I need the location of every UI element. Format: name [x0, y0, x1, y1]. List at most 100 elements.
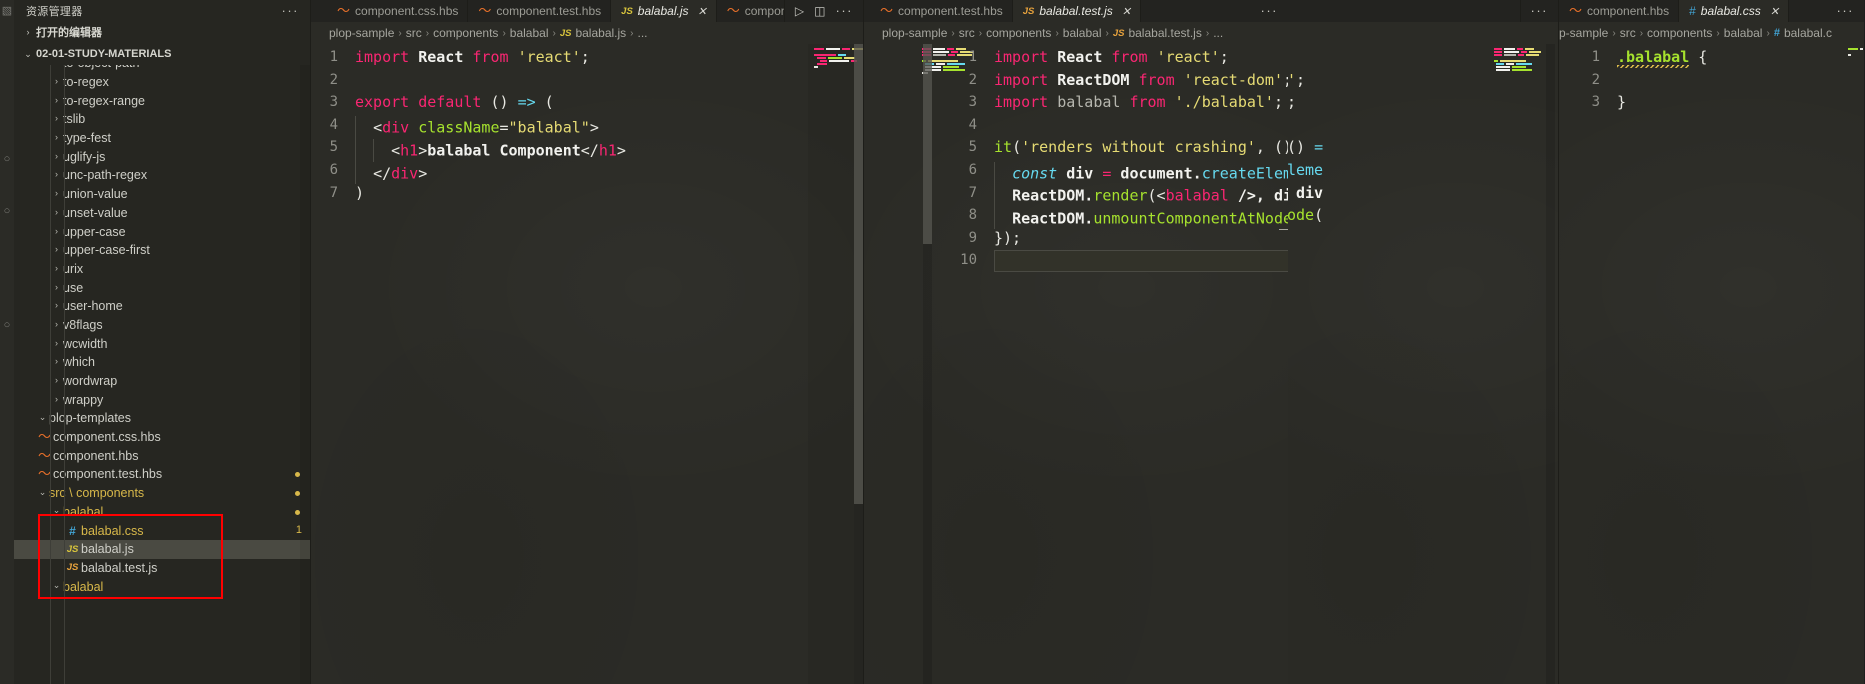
tree-folder-row[interactable]: › tslib [14, 110, 310, 129]
breadcrumb-segment[interactable]: components [1647, 26, 1712, 40]
editor-vscroll-thumb-1[interactable] [854, 44, 863, 504]
editor-content-1[interactable]: 1 import React from 'react'; 2 3 export defa… [311, 44, 863, 684]
fold-indicator-icon[interactable]: — [1279, 222, 1288, 235]
tree-folder-row[interactable]: › union-value [14, 185, 310, 204]
explorer-icon[interactable]: ▧ [1, 4, 13, 18]
code-line[interactable]: 9}); [936, 227, 1288, 250]
breadcrumb-segment[interactable]: src [959, 26, 975, 40]
tree-folder-row[interactable]: › wordwrap [14, 372, 310, 391]
tree-file-row[interactable]: JS balabal.js [14, 539, 310, 559]
code-line[interactable]: 2 import ReactDOM from 'react-dom'; [936, 69, 1288, 92]
close-icon[interactable]: ✕ [1770, 5, 1779, 18]
breadcrumb-segment[interactable]: p-sample [1559, 26, 1608, 40]
code-line[interactable]: 6 </div> [311, 159, 626, 185]
breadcrumb-segment[interactable]: components [433, 26, 498, 40]
code-line[interactable]: 1 .balabal { [1573, 46, 1707, 69]
tab-component-test-hbs-2[interactable]: 〜 component.test.hbs [864, 0, 1013, 22]
breadcrumb-segment[interactable]: plop-sample [882, 26, 947, 40]
code-line[interactable]: 2 [311, 69, 626, 92]
breadcrumb-segment[interactable]: balabal [1063, 26, 1102, 40]
run-icon[interactable]: ▷ [795, 5, 804, 17]
tree-folder-row[interactable]: ⌄ src \ components [14, 484, 310, 503]
breadcrumb-segment[interactable]: src [406, 26, 422, 40]
tree-folder-row[interactable]: ›to-object-path [14, 65, 310, 73]
search-icon[interactable]: ○ [1, 152, 13, 166]
breadcrumb-2[interactable]: plop-sample › src › components › balabal › JS bal… [864, 22, 1288, 44]
tab-balabal-js[interactable]: JS balabal.js ✕ [611, 0, 717, 22]
minimap-2[interactable] [864, 44, 974, 684]
breadcrumb-segment[interactable]: ... [1213, 26, 1223, 40]
editor-vscrollbar-3[interactable] [1546, 44, 1555, 684]
more-actions-icon[interactable]: ··· [1261, 4, 1279, 17]
tree-folder-row[interactable]: › unc-path-regex [14, 166, 310, 185]
tab-component-test-hbs[interactable]: 〜 component.test.hbs [468, 0, 612, 22]
tree-folder-row[interactable]: › urix [14, 260, 310, 279]
code-line[interactable]: 1 import React from 'react'; [936, 46, 1288, 69]
split-editor-icon[interactable]: ◫ [814, 5, 825, 17]
explorer-more-actions-icon[interactable]: ··· [279, 4, 303, 17]
minimap-4[interactable] [1824, 44, 1864, 684]
editor-content-2[interactable]: 1 import React from 'react'; 2 import React… [864, 44, 1288, 684]
tree-file-row[interactable]: 〜 component.css.hbs [14, 428, 310, 447]
tree-folder-row[interactable]: ⌄ balabal [14, 577, 310, 596]
editor-content-4[interactable]: 1 .balabal {2 3} [1559, 44, 1864, 684]
tree-folder-row[interactable]: › uglify-js [14, 147, 310, 166]
breadcrumb-segment[interactable]: ... [638, 26, 648, 40]
minimap-1[interactable] [808, 44, 863, 684]
more-actions-icon[interactable]: ··· [1837, 4, 1855, 17]
breadcrumb-segment[interactable]: plop-sample [329, 26, 394, 40]
tree-folder-row[interactable]: › use [14, 278, 310, 297]
breadcrumb-segment[interactable]: balabal [510, 26, 549, 40]
code-line[interactable]: 3 import balabal from './balabal'; [936, 91, 1288, 114]
more-actions-icon[interactable]: ··· [1531, 4, 1549, 17]
close-icon[interactable]: ✕ [697, 5, 706, 18]
code-line[interactable]: 7) [311, 182, 626, 205]
tree-folder-row[interactable]: › v8flags [14, 316, 310, 335]
editor-content-3[interactable]: 1import React from 'react';2import React… [1288, 44, 1558, 684]
code-line[interactable]: 1 import React from 'react'; [311, 46, 626, 69]
breadcrumb-segment[interactable]: balabal.c [1784, 26, 1832, 40]
minimap-3[interactable] [1490, 44, 1541, 684]
tab-component-css-hbs[interactable]: 〜 component.css.hbs [311, 0, 469, 22]
tree-folder-row[interactable]: › to-regex-range [14, 91, 310, 110]
tree-folder-row[interactable]: › user-home [14, 297, 310, 316]
tree-file-row[interactable]: 〜 component.hbs [14, 446, 310, 465]
tab-balabal-css[interactable]: # balabal.css ✕ [1679, 0, 1790, 22]
code-line[interactable]: 8 ReactDOM.unmountComponentAtNode( [936, 204, 1288, 230]
tree-file-row[interactable]: # balabal.css 1 [14, 521, 310, 540]
more-actions-icon[interactable]: ··· [836, 4, 854, 17]
breadcrumb-segment[interactable]: balabal.js [575, 26, 626, 40]
editor-vscroll-thumb-2[interactable] [923, 44, 932, 244]
tree-folder-row[interactable]: › type-fest [14, 129, 310, 148]
debug-icon[interactable]: ○ [1, 318, 13, 332]
breadcrumb-segment[interactable]: components [986, 26, 1051, 40]
tab-component-hbs[interactable]: 〜 component.hbs [1559, 0, 1680, 22]
breadcrumb-1[interactable]: plop-sample › src › components › balabal › JS bal… [311, 22, 863, 44]
tree-folder-row[interactable]: › upper-case-first [14, 241, 310, 260]
scm-icon[interactable]: ○ [1, 204, 13, 218]
section-open-editors[interactable]: › 打开的编辑器 [14, 21, 310, 43]
code-line[interactable]: 4 [936, 114, 1288, 137]
breadcrumb-segment[interactable]: balabal.test.js [1128, 26, 1201, 40]
tree-folder-row[interactable]: › which [14, 353, 310, 372]
tree-folder-row[interactable]: › wrappy [14, 390, 310, 409]
code-line[interactable]: 2 [1573, 69, 1707, 92]
code-line[interactable]: 3} [1573, 91, 1707, 114]
section-workspace-folder[interactable]: ⌄ 02-01-STUDY-MATERIALS [14, 43, 310, 65]
tree-folder-row[interactable]: › wcwidth [14, 334, 310, 353]
sidebar-scrollbar[interactable] [300, 65, 310, 684]
tree-folder-row[interactable]: ⌄ plop-templates [14, 409, 310, 428]
tree-folder-row[interactable]: › to-regex [14, 73, 310, 92]
tree-folder-row[interactable]: › unset-value [14, 204, 310, 223]
tree-folder-row[interactable]: › upper-case [14, 222, 310, 241]
breadcrumb-4[interactable]: p-sample › src › components › balabal › # balabal… [1559, 22, 1864, 44]
breadcrumb-segment[interactable]: balabal [1724, 26, 1763, 40]
file-tree[interactable]: ›to-object-path›to-regex›to-regex-range›… [14, 65, 310, 684]
tab-component-hbs-truncated[interactable]: 〜 componen [716, 0, 785, 22]
tree-file-row[interactable]: JS balabal.test.js [14, 559, 310, 578]
tree-file-row[interactable]: 〜 component.test.hbs [14, 465, 310, 484]
breadcrumb-segment[interactable]: src [1620, 26, 1636, 40]
tree-folder-row[interactable]: ⌄ balabal [14, 503, 310, 522]
close-icon[interactable]: ✕ [1122, 5, 1131, 18]
tab-balabal-test-js[interactable]: JS balabal.test.js ✕ [1012, 0, 1141, 22]
